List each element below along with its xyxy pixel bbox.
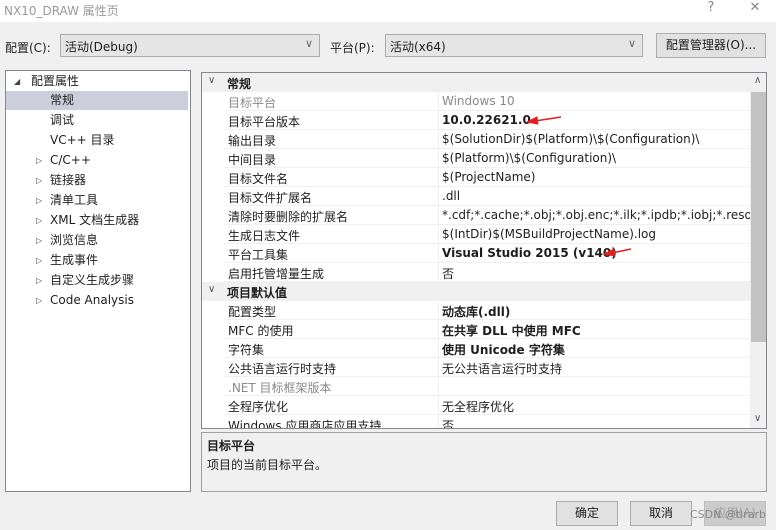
ok-button[interactable]: 确定 <box>556 501 618 526</box>
watermark: CSDN @tlrarb <box>690 508 766 521</box>
description-text: 项目的当前目标平台。 <box>207 458 328 472</box>
red-arrow-annotation <box>602 248 632 257</box>
red-arrow-annotation <box>525 116 562 125</box>
description-panel: 目标平台 项目的当前目标平台。 <box>201 432 767 492</box>
cancel-button[interactable]: 取消 <box>630 501 692 526</box>
description-title: 目标平台 <box>207 439 256 453</box>
